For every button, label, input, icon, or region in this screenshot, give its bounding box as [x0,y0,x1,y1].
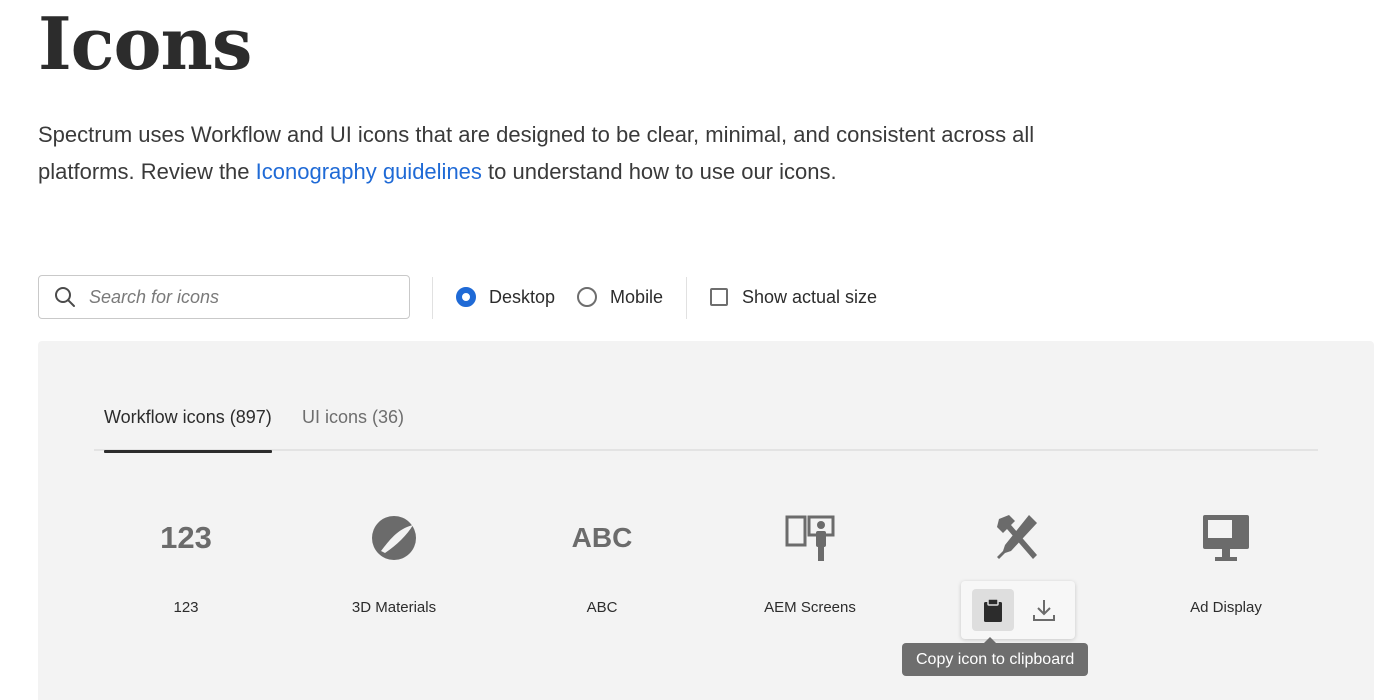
glyph-abc-icon: ABC [498,505,706,571]
page-title: Icons [38,1,252,86]
intro-paragraph: Spectrum uses Workflow and UI icons that… [38,116,1038,190]
glyph-abc-text: ABC [571,522,633,553]
radio-mobile-label[interactable]: Mobile [610,287,663,308]
icon-toolbar: Desktop Mobile Show actual size [38,275,938,319]
copy-tooltip: Copy icon to clipboard [902,637,1089,676]
intro-text-end: to understand how to use our icons. [481,159,837,184]
search-input[interactable] [89,286,389,308]
radio-desktop-indicator[interactable] [456,287,476,307]
icon-action-bar [961,581,1075,639]
icon-label: Ad Display [1190,599,1262,616]
search-box[interactable] [38,275,410,319]
download-icon [1032,600,1055,621]
toolbar-divider [686,277,687,319]
radio-mobile-indicator[interactable] [577,287,598,307]
aem-screens-icon [785,515,835,561]
icon-card-ad-display[interactable]: Ad Display [1122,505,1330,625]
icon-card-3d-materials[interactable]: 3D Materials [290,505,498,625]
tab-workflow-icons[interactable]: Workflow icons (897) [104,407,272,453]
download-icon-button[interactable] [1023,589,1065,631]
icon-tabs: Workflow icons (897) UI icons (36) [94,399,1318,453]
clipboard-icon [983,598,1002,622]
radio-mobile[interactable]: Mobile [577,287,663,308]
copy-icon-button[interactable] [971,589,1014,631]
checkbox-box[interactable] [710,288,728,306]
icon-card-123[interactable]: 123 123 [82,505,290,625]
icon-label: AEM Screens [764,599,856,616]
icon-card-abc[interactable]: ABC ABC [498,505,706,625]
icon-gallery-panel: Workflow icons (897) UI icons (36) 123 1… [38,341,1374,700]
radio-desktop[interactable]: Desktop [456,287,555,308]
iconography-guidelines-link[interactable]: Iconography guidelines [256,159,482,184]
search-icon [55,287,75,307]
glyph-123-text: 123 [160,520,212,555]
icon-label: 3D Materials [351,599,437,616]
show-actual-size-label[interactable]: Show actual size [742,287,877,308]
icon-label: 123 [173,599,199,616]
toolbar-divider [432,277,433,319]
show-actual-size-checkbox[interactable]: Show actual size [710,275,877,319]
icon-card-aem-screens[interactable]: AEM Screens [706,505,914,625]
tab-ui-icons[interactable]: UI icons (36) [302,407,404,451]
icon-label: ABC [586,599,618,616]
ad-display-icon [1203,515,1249,561]
glyph-123-icon: 123 [82,505,290,571]
3d-materials-icon [372,516,416,560]
tools-icon [997,515,1037,559]
radio-desktop-label[interactable]: Desktop [489,287,555,308]
platform-radio-group: Desktop Mobile [456,275,663,319]
